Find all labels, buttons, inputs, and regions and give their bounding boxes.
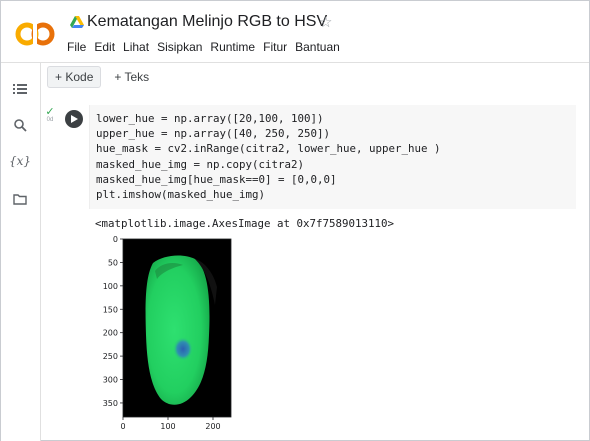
star-outline-icon[interactable]: ☆ [319, 13, 332, 31]
y-tick-label: 150 [103, 305, 118, 314]
menu-bar: File Edit Lihat Sisipkan Runtime Fitur B… [67, 40, 348, 54]
cell-status: ✓ 0d [44, 106, 56, 124]
menu-tools[interactable]: Fitur [263, 40, 287, 54]
check-icon: ✓ [45, 106, 55, 118]
folder-icon[interactable] [10, 189, 30, 209]
code-editor[interactable]: lower_hue = np.array([20,100, 100]) uppe… [89, 105, 576, 209]
run-cell-button[interactable] [65, 110, 83, 128]
colab-window: Kematangan Melinjo RGB to HSV ☆ File Edi… [0, 0, 590, 441]
menu-file[interactable]: File [67, 40, 86, 54]
menu-insert[interactable]: Sisipkan [157, 40, 202, 54]
output-text: <matplotlib.image.AxesImage at 0x7f75890… [95, 217, 395, 230]
menu-edit[interactable]: Edit [94, 40, 115, 54]
menu-help[interactable]: Bantuan [295, 40, 340, 54]
y-tick-label: 250 [103, 352, 118, 361]
cell-output: <matplotlib.image.AxesImage at 0x7f75890… [91, 213, 581, 441]
colab-logo[interactable] [15, 21, 55, 47]
table-of-contents-icon[interactable] [10, 79, 30, 99]
menu-view[interactable]: Lihat [123, 40, 149, 54]
search-icon[interactable] [10, 115, 30, 135]
menu-runtime[interactable]: Runtime [210, 40, 255, 54]
code-line: lower_hue = np.array([20,100, 100]) [96, 112, 324, 125]
code-line: hue_mask = cv2.inRange(citra2, lower_hue… [96, 142, 441, 156]
play-icon [71, 115, 78, 123]
code-line: masked_hue_img = np.copy(citra2) [96, 157, 305, 171]
notebook-title[interactable]: Kematangan Melinjo RGB to HSV [87, 13, 327, 31]
header: Kematangan Melinjo RGB to HSV ☆ File Edi… [1, 1, 589, 63]
add-code-button[interactable]: + Kode [47, 66, 102, 88]
left-rail: {x} [1, 63, 41, 441]
x-tick-label: 100 [160, 422, 175, 431]
y-tick-label: 0 [113, 235, 118, 244]
variables-icon[interactable]: {x} [9, 151, 31, 171]
y-tick-label: 200 [103, 329, 118, 338]
code-line: masked_hue_img[hue_mask==0] = [0,0,0] [96, 172, 337, 186]
masked-object [145, 255, 210, 405]
y-tick-label: 50 [108, 258, 118, 267]
cell-toolbar: + Kode + Teks [47, 65, 156, 89]
code-line: plt.imshow(masked_hue_img) [96, 188, 266, 202]
code-line: upper_hue = np.array([40, 250, 250]) [96, 127, 331, 141]
y-tick-label: 100 [103, 282, 118, 291]
blue-spot [173, 337, 193, 361]
image-plot: 0 50 100 150 200 250 300 350 0 100 200 [103, 235, 232, 431]
x-tick-label: 0 [120, 422, 125, 431]
x-tick-label: 200 [205, 422, 220, 431]
add-text-button[interactable]: + Teks [107, 67, 156, 87]
y-tick-label: 350 [103, 399, 118, 408]
drive-icon[interactable] [70, 16, 84, 28]
y-tick-label: 300 [103, 376, 118, 385]
